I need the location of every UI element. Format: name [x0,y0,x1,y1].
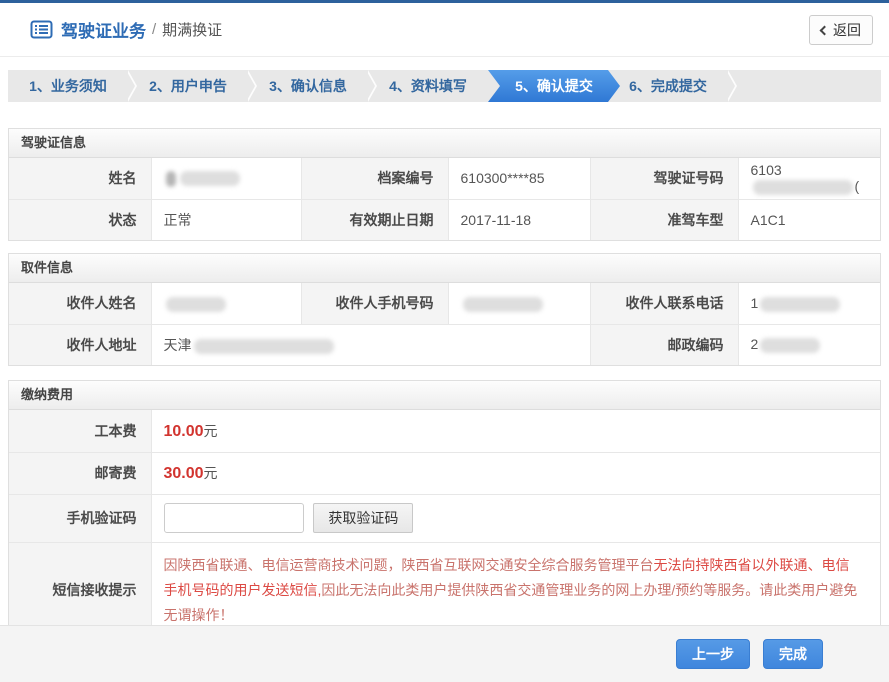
license-info-table: 姓名 档案编号 610300****85 驾驶证号码 6103( 状态 正常 有… [9,158,880,240]
sms-notice-part1: 因陕西省联通、电信运营商技术问题，陕西省互联网交通安全综合服务管理平台 [164,557,654,573]
recipient-phone-label: 收件人联系电话 [590,283,738,324]
step-5-confirm-submit: 5、确认提交 [488,70,620,102]
redacted-value [760,297,840,312]
name-label: 姓名 [9,158,151,199]
license-info-section: 驾驶证信息 姓名 档案编号 610300****85 驾驶证号码 6103( 状… [8,128,881,241]
work-fee-unit: 元 [204,423,218,439]
fees-table: 工本费 10.00元 邮寄费 30.00元 手机验证码 获取验证码 短信接收提示… [9,410,880,638]
mail-fee-unit: 元 [204,465,218,481]
mail-fee-value: 30.00元 [151,452,880,494]
license-number-label: 驾驶证号码 [590,158,738,199]
mail-fee-label: 邮寄费 [9,452,151,494]
pickup-info-section: 取件信息 收件人姓名 收件人手机号码 收件人联系电话 1 收件人地址 天津 邮政… [8,253,881,366]
redacted-value [166,297,226,312]
redacted-value [194,339,334,354]
status-label: 状态 [9,199,151,240]
name-value [151,158,301,199]
recipient-phone-value: 1 [738,283,880,324]
postcode-label: 邮政编码 [590,324,738,365]
mail-fee-amount: 30.00 [164,465,204,482]
step-progress-bar: 1、业务须知 2、用户申告 3、确认信息 4、资料填写 5、确认提交 6、完成提… [8,70,881,102]
finish-button[interactable]: 完成 [763,639,823,669]
work-fee-label: 工本费 [9,410,151,452]
pickup-section-title: 取件信息 [9,254,880,283]
file-number-value: 610300****85 [448,158,590,199]
step-bar-filler [728,70,881,102]
pickup-info-table: 收件人姓名 收件人手机号码 收件人联系电话 1 收件人地址 天津 邮政编码 2 [9,283,880,365]
recipient-mobile-value [448,283,590,324]
page-header: 驾驶证业务 / 期满换证 返回 [0,3,889,57]
license-number-value: 6103( [738,158,880,199]
sms-code-input[interactable] [164,503,304,533]
step-2-user-declaration: 2、用户申告 [128,70,248,102]
document-list-icon [30,20,53,39]
status-value: 正常 [151,199,301,240]
sms-notice-label: 短信接收提示 [9,542,151,638]
table-row: 手机验证码 获取验证码 [9,494,880,542]
table-row: 邮寄费 30.00元 [9,452,880,494]
title-separator: / [152,21,156,38]
redacted-value [463,297,543,312]
vehicle-class-value: A1C1 [738,199,880,240]
sms-code-cell: 获取验证码 [151,494,880,542]
license-section-title: 驾驶证信息 [9,129,880,158]
recipient-mobile-label: 收件人手机号码 [301,283,448,324]
recipient-address-value: 天津 [151,324,590,365]
sms-notice-text: 因陕西省联通、电信运营商技术问题，陕西省互联网交通安全综合服务管理平台无法向持陕… [151,542,880,638]
redacted-value [753,180,853,195]
postcode-value: 2 [738,324,880,365]
expiry-date-label: 有效期止日期 [301,199,448,240]
get-sms-code-button[interactable]: 获取验证码 [313,503,413,533]
table-row: 短信接收提示 因陕西省联通、电信运营商技术问题，陕西省互联网交通安全综合服务管理… [9,542,880,638]
redacted-value [180,171,240,186]
footer-action-bar: 上一步 完成 [0,625,889,682]
recipient-name-label: 收件人姓名 [9,283,151,324]
expiry-date-value: 2017-11-18 [448,199,590,240]
sms-code-label: 手机验证码 [9,494,151,542]
recipient-address-label: 收件人地址 [9,324,151,365]
fees-section-title: 缴纳费用 [9,381,880,410]
page-title: 驾驶证业务 [61,17,146,42]
recipient-name-value [151,283,301,324]
work-fee-value: 10.00元 [151,410,880,452]
work-fee-amount: 10.00 [164,423,204,440]
table-row: 状态 正常 有效期止日期 2017-11-18 准驾车型 A1C1 [9,199,880,240]
table-row: 工本费 10.00元 [9,410,880,452]
chevron-left-icon [820,25,830,35]
step-1-business-notice: 1、业务须知 [8,70,128,102]
previous-step-button[interactable]: 上一步 [676,639,750,669]
table-row: 收件人地址 天津 邮政编码 2 [9,324,880,365]
step-6-finish-submit: 6、完成提交 [608,70,728,102]
step-3-confirm-info: 3、确认信息 [248,70,368,102]
step-4-fill-material: 4、资料填写 [368,70,488,102]
page-subtitle: 期满换证 [162,19,222,40]
table-row: 收件人姓名 收件人手机号码 收件人联系电话 1 [9,283,880,324]
vehicle-class-label: 准驾车型 [590,199,738,240]
file-number-label: 档案编号 [301,158,448,199]
redacted-value [760,338,820,353]
fees-section: 缴纳费用 工本费 10.00元 邮寄费 30.00元 手机验证码 获取验证码 短… [8,380,881,639]
back-button[interactable]: 返回 [809,15,873,45]
back-button-label: 返回 [833,20,861,40]
table-row: 姓名 档案编号 610300****85 驾驶证号码 6103( [9,158,880,199]
